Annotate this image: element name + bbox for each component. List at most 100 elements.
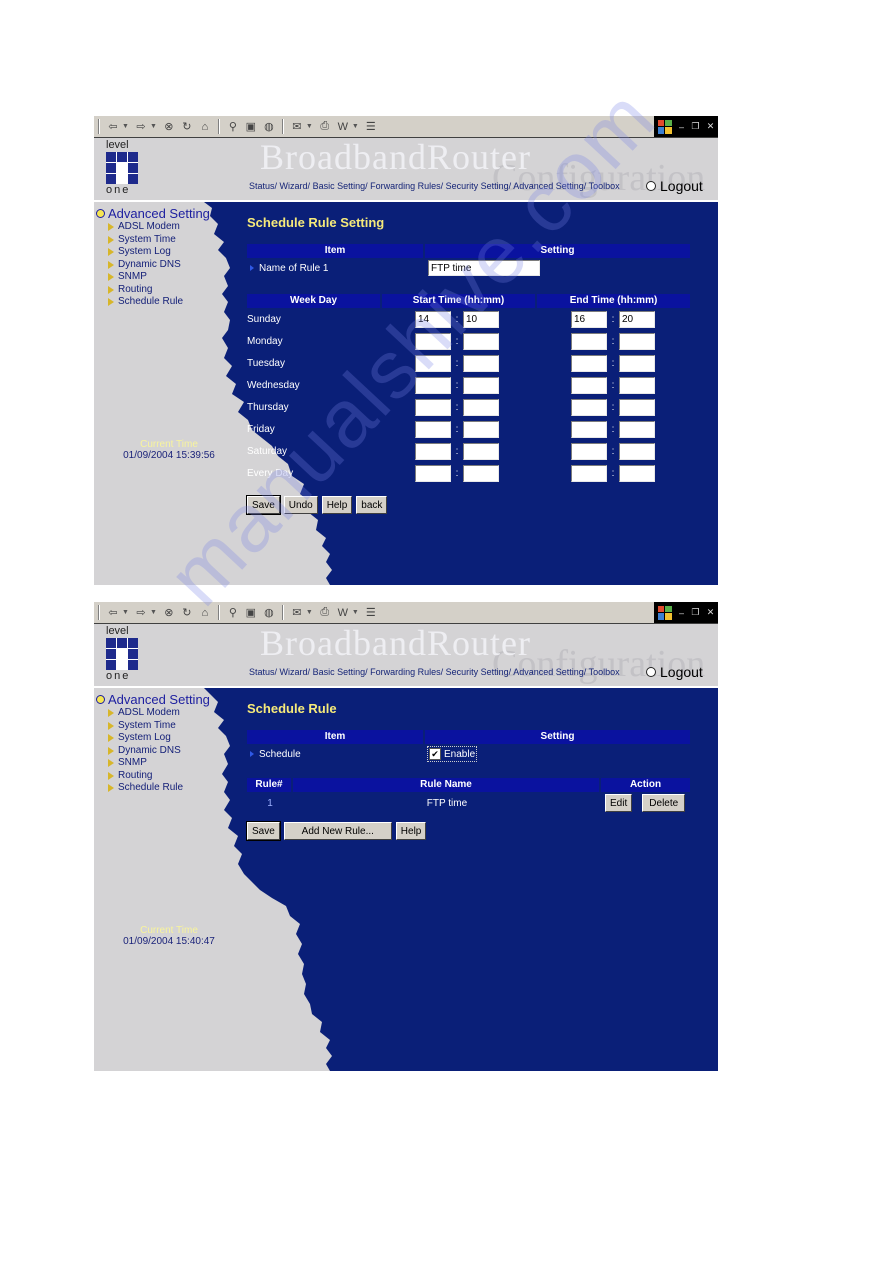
sidebar-item-dynamic-dns[interactable]: Dynamic DNS — [96, 745, 246, 758]
chevron-down-icon[interactable]: ▼ — [122, 123, 129, 130]
search-icon[interactable]: ⚲ — [226, 606, 240, 620]
nav-forwarding-rules[interactable]: Forwarding Rules/ — [370, 181, 443, 191]
nav-advanced-setting[interactable]: Advanced Setting/ — [513, 181, 586, 191]
restore-icon[interactable]: ❐ — [691, 121, 699, 132]
refresh-icon[interactable]: ↻ — [180, 606, 194, 620]
stop-icon[interactable]: ⊗ — [162, 120, 176, 134]
end-minute-input[interactable] — [619, 376, 655, 394]
end-hour-input[interactable] — [571, 420, 607, 438]
end-minute-input[interactable] — [619, 464, 655, 482]
close-icon[interactable]: ✕ — [707, 121, 715, 132]
nav-toolbox[interactable]: Toolbox — [589, 181, 620, 191]
rule-name-input[interactable] — [428, 260, 540, 276]
end-hour-input[interactable] — [571, 332, 607, 350]
chevron-down-icon[interactable]: ▼ — [150, 609, 157, 616]
nav-wizard[interactable]: Wizard/ — [280, 181, 311, 191]
start-minute-input[interactable] — [463, 420, 499, 438]
save-button[interactable]: Save — [246, 495, 281, 515]
history-icon[interactable]: ◍ — [262, 606, 276, 620]
end-hour-input[interactable] — [571, 398, 607, 416]
print-icon[interactable]: ⎙ — [318, 120, 332, 134]
sidebar-item-snmp[interactable]: SNMP — [96, 271, 246, 284]
home-icon[interactable]: ⌂ — [198, 120, 212, 134]
back-icon[interactable]: ⇦ — [106, 120, 120, 134]
save-button[interactable]: Save — [246, 821, 281, 841]
start-hour-input[interactable] — [415, 310, 451, 328]
sidebar-item-dynamic-dns[interactable]: Dynamic DNS — [96, 259, 246, 272]
chevron-down-icon[interactable]: ▼ — [150, 123, 157, 130]
restore-icon[interactable]: ❐ — [691, 607, 699, 618]
start-minute-input[interactable] — [463, 442, 499, 460]
sidebar-item-system-log[interactable]: System Log — [96, 732, 246, 745]
sidebar-item-system-time[interactable]: System Time — [96, 234, 246, 247]
search-icon[interactable]: ⚲ — [226, 120, 240, 134]
chevron-down-icon[interactable]: ▼ — [122, 609, 129, 616]
chevron-down-icon[interactable]: ▼ — [352, 609, 359, 616]
end-minute-input[interactable] — [619, 310, 655, 328]
edit-icon[interactable]: W — [336, 120, 350, 134]
nav-security-setting[interactable]: Security Setting/ — [446, 181, 512, 191]
stop-icon[interactable]: ⊗ — [162, 606, 176, 620]
end-minute-input[interactable] — [619, 398, 655, 416]
enable-checkbox[interactable]: ✔ — [429, 748, 441, 760]
history-icon[interactable]: ◍ — [262, 120, 276, 134]
nav-forwarding-rules[interactable]: Forwarding Rules/ — [370, 667, 443, 677]
sidebar-item-system-time[interactable]: System Time — [96, 720, 246, 733]
start-minute-input[interactable] — [463, 376, 499, 394]
end-minute-input[interactable] — [619, 332, 655, 350]
forward-icon[interactable]: ⇨ — [134, 120, 148, 134]
discuss-icon[interactable]: ☰ — [364, 606, 378, 620]
delete-button[interactable]: Delete — [642, 794, 686, 812]
start-hour-input[interactable] — [415, 354, 451, 372]
start-minute-input[interactable] — [463, 310, 499, 328]
start-hour-input[interactable] — [415, 332, 451, 350]
end-minute-input[interactable] — [619, 420, 655, 438]
nav-security-setting[interactable]: Security Setting/ — [446, 667, 512, 677]
start-hour-input[interactable] — [415, 398, 451, 416]
back-icon[interactable]: ⇦ — [106, 606, 120, 620]
mail-icon[interactable]: ✉ — [290, 606, 304, 620]
sidebar-item-routing[interactable]: Routing — [96, 284, 246, 297]
start-minute-input[interactable] — [463, 354, 499, 372]
help-button[interactable]: Help — [395, 822, 427, 840]
forward-icon[interactable]: ⇨ — [134, 606, 148, 620]
sidebar-item-system-log[interactable]: System Log — [96, 246, 246, 259]
chevron-down-icon[interactable]: ▼ — [352, 123, 359, 130]
nav-status[interactable]: Status/ — [249, 667, 277, 677]
refresh-icon[interactable]: ↻ — [180, 120, 194, 134]
logout-link[interactable]: Logout — [646, 178, 703, 194]
nav-advanced-setting[interactable]: Advanced Setting/ — [513, 667, 586, 677]
edit-icon[interactable]: W — [336, 606, 350, 620]
add-new-rule-button[interactable]: Add New Rule... — [283, 822, 392, 840]
nav-wizard[interactable]: Wizard/ — [280, 667, 311, 677]
end-hour-input[interactable] — [571, 354, 607, 372]
nav-status[interactable]: Status/ — [249, 181, 277, 191]
discuss-icon[interactable]: ☰ — [364, 120, 378, 134]
sidebar-item-adsl-modem[interactable]: ADSL Modem — [96, 221, 246, 234]
edit-button[interactable]: Edit — [605, 794, 633, 812]
start-minute-input[interactable] — [463, 464, 499, 482]
logout-link[interactable]: Logout — [646, 664, 703, 680]
undo-button[interactable]: Undo — [283, 496, 318, 514]
sidebar-item-routing[interactable]: Routing — [96, 770, 246, 783]
minimize-icon[interactable]: ‒ — [679, 608, 684, 618]
end-hour-input[interactable] — [571, 310, 607, 328]
close-icon[interactable]: ✕ — [707, 607, 715, 618]
end-minute-input[interactable] — [619, 442, 655, 460]
start-hour-input[interactable] — [415, 420, 451, 438]
end-hour-input[interactable] — [571, 442, 607, 460]
chevron-down-icon[interactable]: ▼ — [306, 123, 313, 130]
start-hour-input[interactable] — [415, 464, 451, 482]
minimize-icon[interactable]: ‒ — [679, 122, 684, 132]
nav-basic-setting[interactable]: Basic Setting/ — [313, 667, 368, 677]
favorites-icon[interactable]: ▣ — [244, 120, 258, 134]
sidebar-item-schedule-rule[interactable]: Schedule Rule — [96, 782, 246, 795]
start-minute-input[interactable] — [463, 332, 499, 350]
mail-icon[interactable]: ✉ — [290, 120, 304, 134]
help-button[interactable]: Help — [321, 496, 353, 514]
nav-toolbox[interactable]: Toolbox — [589, 667, 620, 677]
back-button[interactable]: back — [356, 496, 388, 514]
sidebar-item-adsl-modem[interactable]: ADSL Modem — [96, 707, 246, 720]
chevron-down-icon[interactable]: ▼ — [306, 609, 313, 616]
start-hour-input[interactable] — [415, 376, 451, 394]
